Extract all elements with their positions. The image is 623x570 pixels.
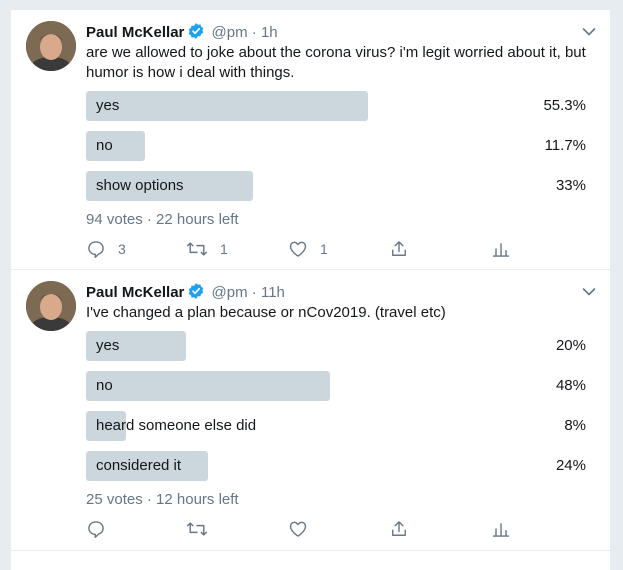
reply-button[interactable]	[86, 519, 118, 539]
poll-option-label: heard someone else did	[96, 417, 257, 434]
avatar[interactable]	[26, 281, 76, 331]
poll-summary: 94 votes · 22 hours left	[86, 211, 239, 228]
timeline: Paul McKellar @pm · 1h are we allowed to…	[10, 10, 611, 570]
poll-option-percent: 8%	[564, 417, 586, 434]
poll: yes 55.3% no 11.7% show options 33%	[86, 91, 586, 211]
share-button[interactable]	[389, 239, 409, 259]
chevron-down-icon[interactable]	[582, 284, 596, 302]
poll-summary: 25 votes · 12 hours left	[86, 491, 239, 508]
share-button[interactable]	[389, 519, 409, 539]
like-count: 1	[320, 241, 328, 257]
retweet-button[interactable]	[186, 519, 220, 539]
poll-option-label: yes	[96, 97, 120, 114]
poll-option-label: no	[96, 377, 113, 394]
separator-dot: ·	[251, 24, 257, 41]
poll-option: show options 33%	[86, 171, 586, 201]
share-icon	[389, 239, 409, 259]
retweet-button[interactable]: 1	[186, 239, 228, 259]
chevron-down-icon[interactable]	[582, 24, 596, 42]
analytics-icon	[491, 519, 511, 539]
poll-option: yes 55.3%	[86, 91, 586, 121]
poll-option-percent: 55.3%	[543, 97, 586, 114]
analytics-button[interactable]	[491, 239, 511, 259]
poll-option-percent: 11.7%	[544, 137, 586, 154]
analytics-icon	[491, 239, 511, 259]
poll-option-percent: 33%	[555, 177, 586, 194]
poll-option-percent: 24%	[555, 457, 586, 474]
tweet[interactable]: Paul McKellar @pm · 1h are we allowed to…	[11, 10, 610, 270]
avatar-image	[26, 281, 76, 331]
poll-bar	[86, 131, 145, 161]
reply-icon	[86, 519, 106, 539]
tweet-text: I've changed a plan because or nCov2019.…	[86, 304, 446, 321]
poll-option: heard someone else did 8%	[86, 411, 586, 441]
author-name[interactable]: Paul McKellar	[86, 284, 184, 301]
share-icon	[389, 519, 409, 539]
poll-option: no 48%	[86, 371, 586, 401]
timestamp[interactable]: 11h	[261, 284, 285, 301]
poll-option-label: no	[96, 137, 113, 154]
retweet-icon	[186, 239, 208, 259]
poll-option-label: considered it	[96, 457, 182, 474]
poll-option: yes 20%	[86, 331, 586, 361]
timestamp[interactable]: 1h	[261, 24, 278, 41]
poll-option-percent: 48%	[555, 377, 586, 394]
poll: yes 20% no 48% heard someone else did 8%…	[86, 331, 586, 491]
author-handle[interactable]: @pm	[212, 24, 248, 41]
reply-icon	[86, 239, 106, 259]
reply-button[interactable]: 3	[86, 239, 126, 259]
author-handle[interactable]: @pm	[212, 284, 248, 301]
tweet-actions: 3 1 1	[86, 239, 526, 259]
tweet[interactable]: Paul McKellar @pm · 11h I've changed a p…	[11, 270, 610, 551]
author-name[interactable]: Paul McKellar	[86, 24, 184, 41]
poll-option-percent: 20%	[555, 337, 586, 354]
analytics-button[interactable]	[491, 519, 511, 539]
avatar-image	[26, 21, 76, 71]
poll-bar	[86, 371, 330, 401]
avatar[interactable]	[26, 21, 76, 71]
poll-option-label: yes	[96, 337, 120, 354]
poll-option: considered it 24%	[86, 451, 586, 481]
heart-icon	[288, 239, 308, 259]
retweet-count: 1	[220, 241, 228, 257]
separator-dot: ·	[251, 284, 257, 301]
like-button[interactable]: 1	[288, 239, 328, 259]
like-button[interactable]	[288, 519, 320, 539]
heart-icon	[288, 519, 308, 539]
retweet-icon	[186, 519, 208, 539]
reply-count: 3	[118, 241, 126, 257]
tweet-actions	[86, 519, 526, 539]
poll-option: no 11.7%	[86, 131, 586, 161]
tweet-text: are we allowed to joke about the corona …	[86, 44, 586, 81]
poll-option-label: show options	[96, 177, 184, 194]
poll-bar	[86, 91, 368, 121]
